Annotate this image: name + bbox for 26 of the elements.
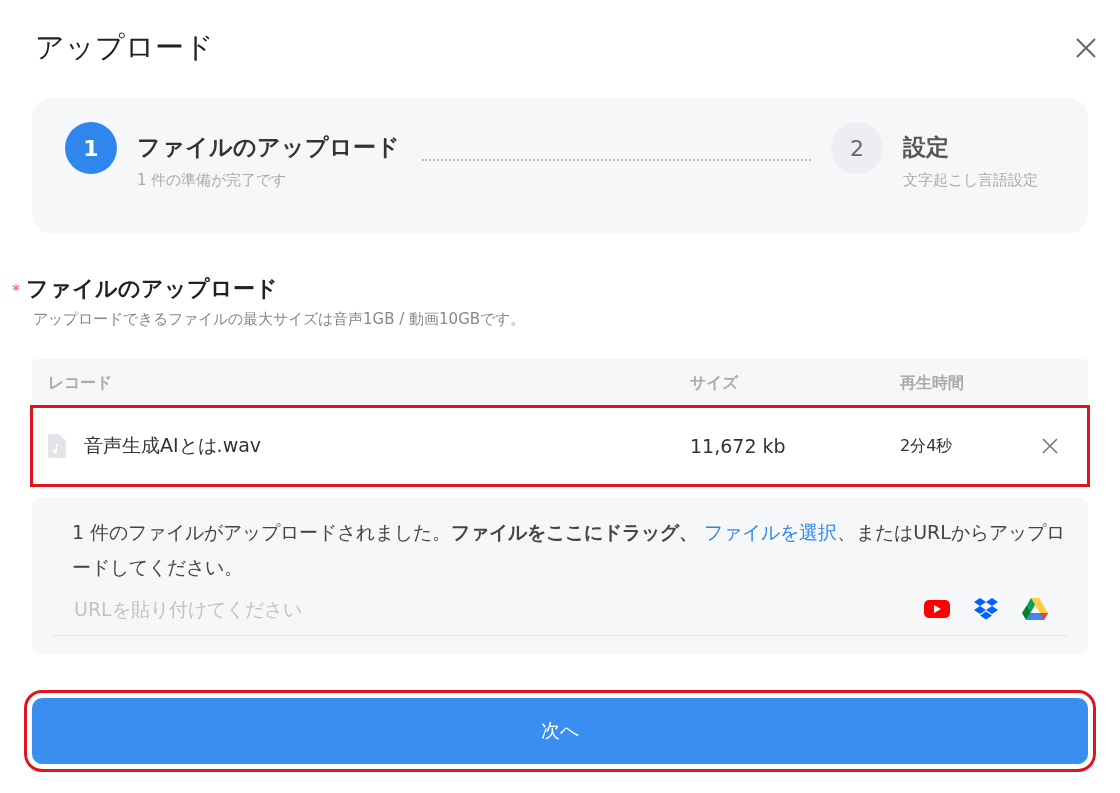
section-title: ファイルのアップロード xyxy=(26,275,278,303)
close-icon xyxy=(1042,438,1058,454)
step-subtitle: 文字起こし言語設定 xyxy=(903,171,1038,190)
remove-file-button[interactable] xyxy=(1040,436,1060,456)
step-subtitle: 1 件の準備が完了です xyxy=(137,171,288,190)
step-number: 2 xyxy=(831,122,883,174)
box-icon[interactable] xyxy=(974,598,998,620)
dialog-title: アップロード xyxy=(35,29,214,66)
close-button[interactable] xyxy=(1074,36,1098,60)
step-title: 設定 xyxy=(903,133,950,162)
size-limit-hint: アップロードできるファイルの最大サイズは音声1GB / 動画10GBです。 xyxy=(33,310,527,329)
column-header: 再生時間 xyxy=(900,372,965,394)
file-size: 11,672 kb xyxy=(690,435,787,457)
column-header: レコード xyxy=(48,372,113,394)
step-title: ファイルのアップロード xyxy=(137,133,400,162)
required-mark: * xyxy=(12,281,20,300)
close-icon xyxy=(1075,37,1097,59)
step-number: 1 xyxy=(65,122,117,174)
triangle-icon[interactable] xyxy=(1022,598,1048,620)
select-file-link[interactable]: ファイルを選択 xyxy=(704,521,838,543)
play-icon[interactable] xyxy=(924,600,950,618)
upload-instructions: 1 件のファイルがアップロードされました。ファイルをここにドラッグ、 ファイルを選択、またはURLからアップロードしてください。 xyxy=(72,520,1066,580)
file-name: 音声生成AIとは.wav xyxy=(84,433,262,458)
audio-file-icon xyxy=(48,434,66,458)
file-duration: 2分4秒 xyxy=(900,435,954,457)
column-header: サイズ xyxy=(690,372,740,394)
